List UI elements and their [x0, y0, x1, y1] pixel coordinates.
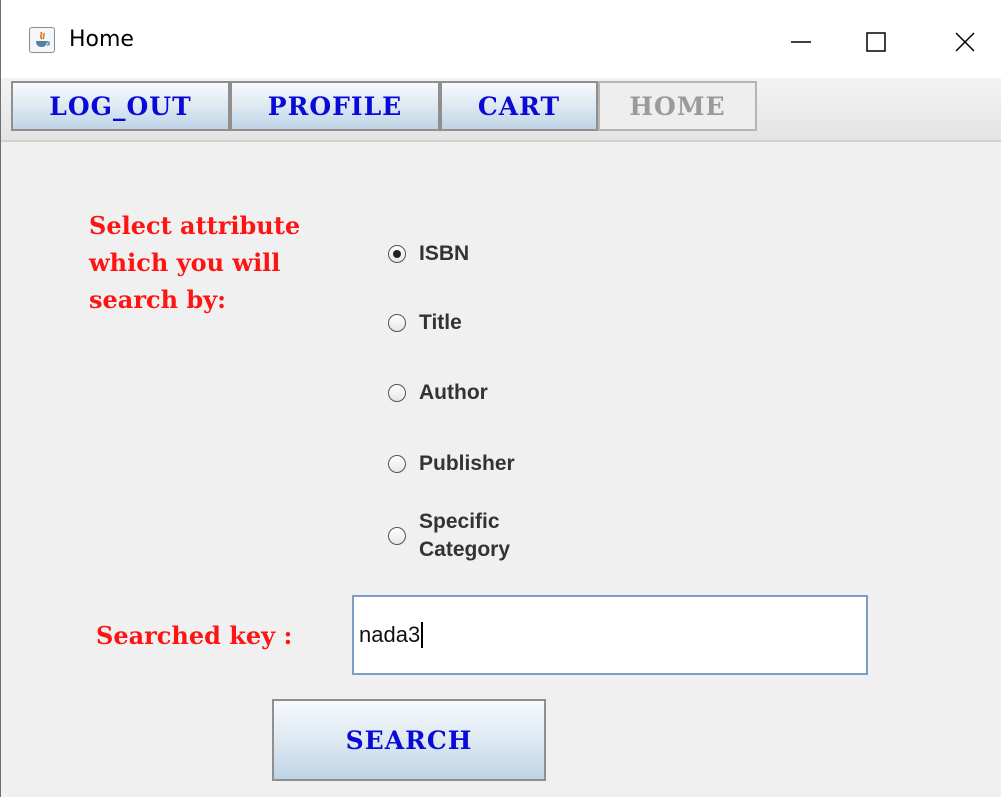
radio-author[interactable]: Author	[388, 379, 488, 407]
search-attribute-prompt: Select attribute which you will search b…	[89, 207, 300, 318]
radio-isbn[interactable]: ISBN	[388, 240, 469, 268]
radio-publisher[interactable]: Publisher	[388, 450, 515, 478]
minimize-icon	[791, 41, 811, 43]
cart-button[interactable]: CART	[440, 81, 598, 131]
profile-button[interactable]: PROFILE	[230, 81, 440, 131]
radio-specific-category[interactable]: Specific Category	[388, 508, 510, 564]
text-caret	[421, 622, 424, 648]
home-window: Home LOG_OUT PROFILE CART HOME Select at…	[0, 0, 1001, 797]
radio-label-publisher: Publisher	[419, 452, 515, 475]
logout-button[interactable]: LOG_OUT	[11, 81, 230, 131]
maximize-button[interactable]	[846, 16, 906, 68]
radio-label-specific-category: Specific Category	[419, 510, 511, 561]
radio-label-isbn: ISBN	[419, 242, 470, 265]
nav-toolbar: LOG_OUT PROFILE CART HOME	[1, 78, 1001, 142]
radio-label-title: Title	[419, 311, 462, 334]
prompt-line: Select attribute	[89, 211, 301, 240]
close-button[interactable]	[935, 16, 995, 68]
title-bar: Home	[1, 0, 1001, 78]
radio-unselected-icon	[388, 314, 406, 332]
home-button[interactable]: HOME	[598, 81, 757, 131]
close-icon	[955, 32, 975, 52]
java-icon	[29, 27, 55, 53]
search-key-input[interactable]: nada3	[352, 595, 868, 675]
radio-selected-icon	[388, 245, 406, 263]
search-key-value: nada3	[359, 622, 421, 647]
radio-unselected-icon	[388, 384, 406, 402]
window-title: Home	[69, 27, 134, 52]
maximize-icon	[866, 32, 886, 52]
radio-label-author: Author	[419, 381, 488, 404]
search-button[interactable]: SEARCH	[272, 699, 546, 781]
searched-key-label: Searched key :	[96, 621, 293, 650]
radio-title[interactable]: Title	[388, 309, 462, 337]
prompt-line: search by:	[89, 285, 226, 314]
radio-unselected-icon	[388, 455, 406, 473]
prompt-line: which you will	[89, 248, 281, 277]
radio-unselected-icon	[388, 527, 406, 545]
minimize-button[interactable]	[771, 16, 831, 68]
